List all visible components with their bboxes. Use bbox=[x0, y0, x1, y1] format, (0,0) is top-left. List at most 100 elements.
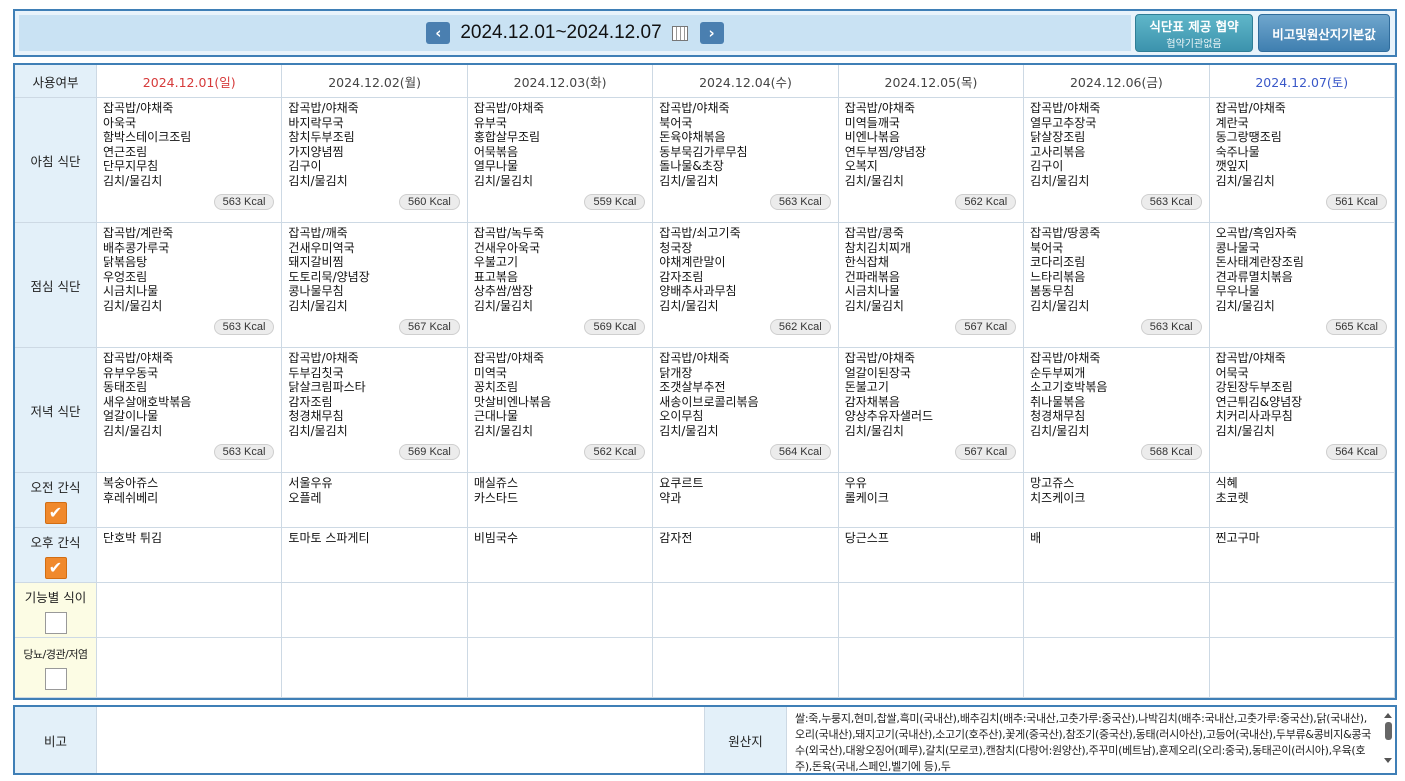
menu-cell[interactable]: 배 bbox=[1024, 528, 1210, 583]
menu-cell[interactable]: 서울우유 오플레 bbox=[282, 473, 468, 528]
menu-cell[interactable]: 단호박 튀김 bbox=[97, 528, 283, 583]
menu-items: 토마토 스파게티 bbox=[288, 531, 370, 545]
menu-cell[interactable] bbox=[467, 638, 654, 698]
use-checkbox-functional[interactable] bbox=[44, 611, 67, 634]
day-header: 2024.12.05(목) bbox=[838, 65, 1025, 98]
menu-cell[interactable] bbox=[1024, 583, 1210, 638]
kcal-badge: 563 Kcal bbox=[769, 194, 831, 210]
menu-cell[interactable]: 잡곡밥/녹두죽 건새우아욱국 우불고기 표고볶음 상추쌈/쌈장 김치/물김치 56… bbox=[467, 223, 654, 348]
remarks-textarea[interactable] bbox=[97, 707, 705, 773]
row-label-text: 오전 간식 bbox=[30, 479, 81, 495]
kcal-badge: 563 Kcal bbox=[213, 319, 275, 335]
menu-cell[interactable]: 잡곡밥/야채죽 북어국 돈육야채볶음 동부묵김가루무침 돌나물&초장 김치/물김… bbox=[653, 98, 839, 223]
row-label-functional: 기능별 식이 bbox=[15, 583, 97, 638]
menu-cell[interactable]: 잡곡밥/야채죽 아욱국 함박스테이크조림 연근조림 단무지무침 김치/물김치 56… bbox=[97, 98, 283, 223]
menu-cell[interactable] bbox=[282, 638, 468, 698]
menu-cell[interactable]: 감자전 bbox=[653, 528, 839, 583]
menu-cell[interactable] bbox=[1024, 638, 1210, 698]
chevron-right-icon: › bbox=[708, 24, 715, 42]
menu-cell[interactable]: 잡곡밥/야채죽 계란국 동그랑땡조림 숙주나물 깻잎지 김치/물김치 561 Kc… bbox=[1209, 98, 1395, 223]
kcal-badge: 564 Kcal bbox=[769, 444, 831, 460]
kcal-badge: 561 Kcal bbox=[1326, 194, 1387, 210]
menu-cell[interactable]: 잡곡밥/땅콩죽 북어국 코다리조림 느타리볶음 봄동무침 김치/물김치 563 K… bbox=[1024, 223, 1210, 348]
menu-cell[interactable]: 잡곡밥/깨죽 건새우미역국 돼지갈비찜 도토리묵/양념장 콩나물무침 김치/물김… bbox=[282, 223, 468, 348]
menu-agreement-button[interactable]: 식단표 제공 협약 협약기관없음 bbox=[1135, 14, 1253, 52]
menu-cell[interactable]: 잡곡밥/계란죽 배추콩가루국 닭볶음탕 우엉조림 시금치나물 김치/물김치 563… bbox=[97, 223, 283, 348]
kcal-badge: 563 Kcal bbox=[213, 444, 275, 460]
menu-cell[interactable]: 잡곡밥/야채죽 바지락무국 참치두부조림 가지양념찜 김구이 김치/물김치 560… bbox=[282, 98, 468, 223]
scroll-down-icon[interactable] bbox=[1384, 758, 1392, 763]
menu-items: 잡곡밥/야채죽 열무고추장국 닭살장조림 고사리볶음 김구이 김치/물김치 bbox=[1030, 101, 1101, 188]
row-label-text: 오후 간식 bbox=[30, 534, 81, 550]
menu-cell[interactable]: 망고쥬스 치즈케이크 bbox=[1024, 473, 1210, 528]
row-label-text: 점심 식단 bbox=[30, 278, 81, 294]
origin-label: 원산지 bbox=[705, 707, 787, 773]
menu-cell[interactable] bbox=[97, 583, 283, 638]
menu-items: 잡곡밥/야채죽 어묵국 강된장두부조림 연근튀김&양념장 치커리사과무침 김치/… bbox=[1215, 351, 1303, 438]
menu-cell[interactable] bbox=[282, 583, 468, 638]
menu-cell[interactable]: 잡곡밥/쇠고기죽 청국장 야채계란말이 감자조림 양배추사과무침 김치/물김치 5… bbox=[653, 223, 839, 348]
kcal-badge: 559 Kcal bbox=[584, 194, 646, 210]
menu-items: 감자전 bbox=[659, 531, 693, 545]
menu-cell[interactable] bbox=[97, 638, 283, 698]
menu-cell[interactable]: 비빔국수 bbox=[467, 528, 654, 583]
kcal-badge: 562 Kcal bbox=[769, 319, 831, 335]
menu-items: 잡곡밥/야채죽 유부국 홍합살무조림 어묵볶음 열무나물 김치/물김치 bbox=[473, 101, 545, 188]
menu-cell[interactable]: 잡곡밥/야채죽 미역국 꽁치조림 맛살비엔나볶음 근대나물 김치/물김치 562 … bbox=[467, 348, 654, 473]
kcal-badge: 560 Kcal bbox=[399, 194, 460, 210]
use-checkbox-diabetes[interactable] bbox=[44, 667, 67, 690]
menu-cell[interactable]: 당근스프 bbox=[838, 528, 1025, 583]
menu-cell[interactable]: 잡곡밥/야채죽 닭개장 조갯살부추전 새송이브로콜리볶음 오이무침 김치/물김치… bbox=[653, 348, 839, 473]
menu-cell[interactable] bbox=[467, 583, 654, 638]
menu-items: 잡곡밥/야채죽 계란국 동그랑땡조림 숙주나물 깻잎지 김치/물김치 bbox=[1215, 101, 1286, 188]
menu-cell[interactable]: 오곡밥/흑임자죽 콩나물국 돈사태계란장조림 견과류멸치볶음 무우나물 김치/물… bbox=[1209, 223, 1395, 348]
menu-cell[interactable]: 잡곡밥/야채죽 순두부찌개 소고기호박볶음 취나물볶음 청경채무침 김치/물김치… bbox=[1024, 348, 1210, 473]
menu-items: 비빔국수 bbox=[473, 531, 519, 545]
prev-week-button[interactable]: ‹ bbox=[426, 22, 451, 44]
menu-cell[interactable] bbox=[1209, 638, 1395, 698]
menu-cell[interactable]: 우유 롤케이크 bbox=[838, 473, 1025, 528]
menu-cell[interactable] bbox=[838, 638, 1025, 698]
menu-cell[interactable]: 잡곡밥/야채죽 두부김칫국 닭살크림파스타 감자조림 청경채무침 김치/물김치 5… bbox=[282, 348, 468, 473]
menu-items: 배 bbox=[1030, 531, 1042, 545]
remarks-default-button[interactable]: 비고및원산지기본값 bbox=[1258, 14, 1390, 52]
menu-items: 잡곡밥/야채죽 두부김칫국 닭살크림파스타 감자조림 청경채무침 김치/물김치 bbox=[288, 351, 366, 438]
menu-items: 당근스프 bbox=[844, 531, 889, 545]
menu-cell[interactable]: 잡곡밥/콩죽 참치김치찌개 한식잡채 건파래볶음 시금치나물 김치/물김치 567… bbox=[838, 223, 1025, 348]
row-label-text: 아침 식단 bbox=[30, 153, 81, 169]
menu-cell[interactable]: 잡곡밥/야채죽 어묵국 강된장두부조림 연근튀김&양념장 치커리사과무침 김치/… bbox=[1209, 348, 1395, 473]
corner-label-text: 사용여부 bbox=[32, 74, 79, 90]
scroll-up-icon[interactable] bbox=[1384, 713, 1392, 718]
kcal-badge: 563 Kcal bbox=[1140, 319, 1202, 335]
use-checkbox-pm_snack[interactable]: ✔ bbox=[44, 556, 67, 579]
menu-cell[interactable]: 잡곡밥/야채죽 얼갈이된장국 돈불고기 감자채볶음 양상추유자샐러드 김치/물김… bbox=[838, 348, 1025, 473]
day-header: 2024.12.06(금) bbox=[1024, 65, 1210, 98]
menu-cell[interactable]: 토마토 스파게티 bbox=[282, 528, 468, 583]
menu-cell[interactable]: 잡곡밥/야채죽 유부우동국 동태조림 새우살애호박볶음 얼갈이나물 김치/물김치… bbox=[97, 348, 283, 473]
menu-cell[interactable]: 요쿠르트 약과 bbox=[653, 473, 839, 528]
menu-cell[interactable] bbox=[1209, 583, 1395, 638]
menu-items: 서울우유 오플레 bbox=[288, 476, 333, 505]
menu-cell[interactable]: 매실쥬스 카스타드 bbox=[467, 473, 654, 528]
menu-items: 잡곡밥/계란죽 배추콩가루국 닭볶음탕 우엉조림 시금치나물 김치/물김치 bbox=[103, 226, 174, 313]
menu-cell[interactable]: 잡곡밥/야채죽 미역들깨국 비엔나볶음 연두부찜/양념장 오복지 김치/물김치 5… bbox=[838, 98, 1025, 223]
origin-scrollbar[interactable] bbox=[1383, 711, 1393, 771]
menu-cell[interactable]: 식혜 초코렛 bbox=[1209, 473, 1395, 528]
menu-cell[interactable]: 복숭아쥬스 후레쉬베리 bbox=[97, 473, 283, 528]
row-label-diabetes: 당뇨/경관/저염 bbox=[15, 638, 97, 698]
menu-cell[interactable] bbox=[653, 638, 839, 698]
calendar-icon[interactable] bbox=[671, 25, 688, 41]
menu-cell[interactable] bbox=[653, 583, 839, 638]
next-week-button[interactable]: › bbox=[699, 22, 724, 44]
use-checkbox-am_snack[interactable]: ✔ bbox=[44, 501, 67, 524]
origin-text: 쌀:죽,누룽지,현미,찹쌀,흑미(국내산),배추김치(배추:국내산,고춧가루:중… bbox=[795, 712, 1371, 773]
row-label-am_snack: 오전 간식 ✔ bbox=[15, 473, 97, 528]
menu-cell[interactable]: 잡곡밥/야채죽 유부국 홍합살무조림 어묵볶음 열무나물 김치/물김치 559 K… bbox=[467, 98, 654, 223]
menu-cell[interactable]: 찐고구마 bbox=[1209, 528, 1395, 583]
menu-cell[interactable]: 잡곡밥/야채죽 열무고추장국 닭살장조림 고사리볶음 김구이 김치/물김치 563… bbox=[1024, 98, 1210, 223]
kcal-badge: 569 Kcal bbox=[584, 319, 646, 335]
origin-textarea[interactable]: 쌀:죽,누룽지,현미,찹쌀,흑미(국내산),배추김치(배추:국내산,고춧가루:중… bbox=[787, 707, 1395, 773]
scroll-thumb[interactable] bbox=[1384, 722, 1392, 740]
menu-cell[interactable] bbox=[838, 583, 1025, 638]
remarks-default-label: 비고및원산지기본값 bbox=[1272, 26, 1376, 42]
